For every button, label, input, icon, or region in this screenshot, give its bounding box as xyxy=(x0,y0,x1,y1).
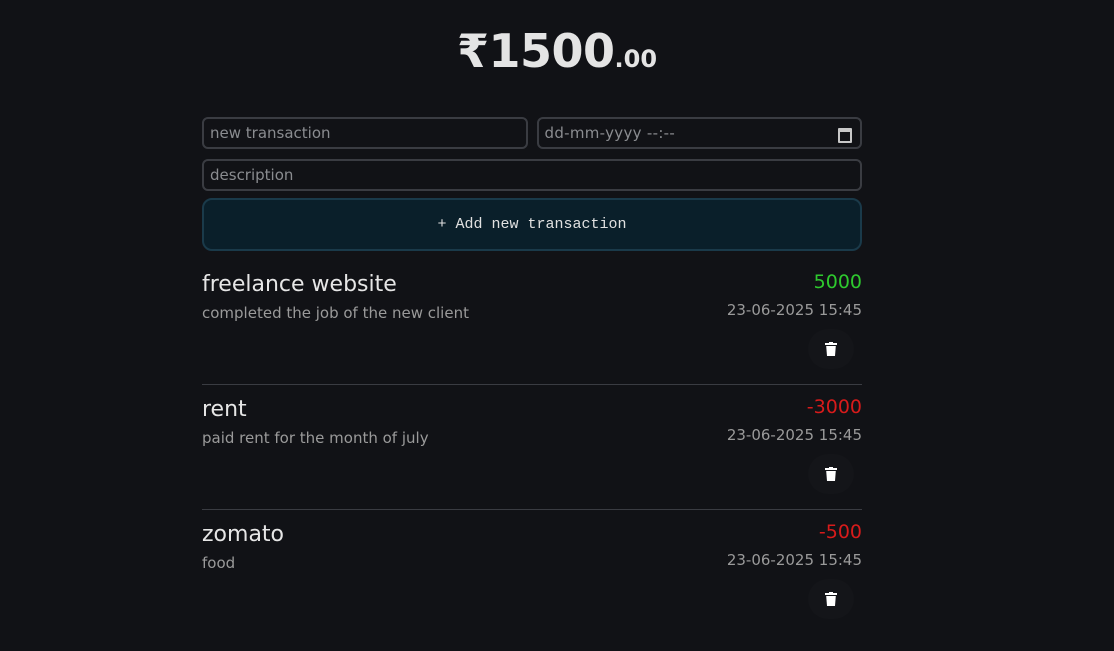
delete-transaction-button[interactable] xyxy=(808,579,854,619)
description-input[interactable]: description xyxy=(202,159,862,191)
description-placeholder: description xyxy=(210,166,294,184)
balance-cents: .00 xyxy=(614,45,658,73)
delete-transaction-button[interactable] xyxy=(808,454,854,494)
transaction-datetime: 23-06-2025 15:45 xyxy=(726,551,862,569)
transaction-item: rent paid rent for the month of july -30… xyxy=(202,385,862,510)
transaction-amount: 5000 xyxy=(813,271,862,293)
datetime-placeholder: dd-mm-yyyy --:-- xyxy=(544,124,676,142)
transaction-item: zomato food -500 23-06-2025 15:45 xyxy=(202,510,862,635)
datetime-input[interactable]: dd-mm-yyyy --:-- xyxy=(536,117,862,149)
transaction-description: food xyxy=(202,554,236,572)
transaction-name: zomato xyxy=(202,522,285,547)
transaction-datetime: 23-06-2025 15:45 xyxy=(726,301,862,319)
trash-icon xyxy=(825,342,837,356)
balance-display: ₹1500.00 xyxy=(0,28,1114,74)
transaction-name: rent xyxy=(202,397,247,422)
transaction-name-placeholder: new transaction xyxy=(210,124,331,142)
delete-transaction-button[interactable] xyxy=(808,329,854,369)
add-transaction-button[interactable]: + Add new transaction xyxy=(202,198,862,251)
transaction-item: freelance website completed the job of t… xyxy=(202,260,862,385)
app-root: ₹1500.00 new transaction dd-mm-yyyy --:-… xyxy=(0,0,1114,651)
transaction-datetime: 23-06-2025 15:45 xyxy=(726,426,862,444)
transaction-description: paid rent for the month of july xyxy=(202,429,429,447)
trash-icon xyxy=(825,467,837,481)
transaction-name-input[interactable]: new transaction xyxy=(202,117,528,149)
form-row-top: new transaction dd-mm-yyyy --:-- xyxy=(202,117,862,149)
form-row-description: description xyxy=(202,159,862,191)
transaction-description: completed the job of the new client xyxy=(202,304,469,322)
transaction-form: new transaction dd-mm-yyyy --:-- descrip… xyxy=(202,117,862,251)
calendar-icon[interactable] xyxy=(838,127,852,143)
transaction-amount: -3000 xyxy=(806,396,862,418)
transaction-amount: -500 xyxy=(818,521,862,543)
balance-amount: ₹1500 xyxy=(456,24,615,78)
transaction-name: freelance website xyxy=(202,272,397,297)
trash-icon xyxy=(825,592,837,606)
transaction-list: freelance website completed the job of t… xyxy=(202,260,862,635)
